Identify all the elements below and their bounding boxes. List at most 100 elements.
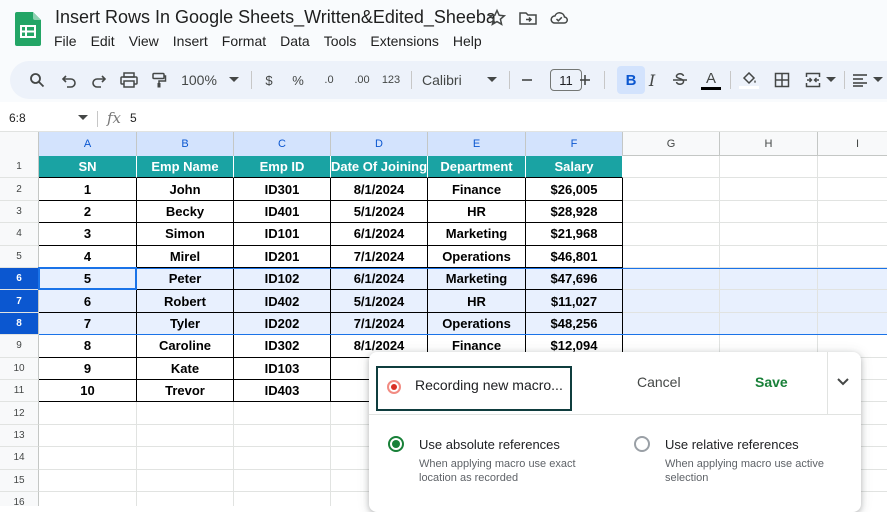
select-all-corner[interactable] <box>0 132 39 156</box>
table-header-cell[interactable]: Salary <box>526 156 623 179</box>
empty-cell[interactable] <box>39 424 137 448</box>
table-cell[interactable]: Operations <box>428 245 526 268</box>
row-header-16[interactable]: 16 <box>0 492 39 506</box>
table-cell[interactable]: Becky <box>137 200 234 224</box>
table-cell[interactable]: Mirel <box>137 245 234 268</box>
table-cell[interactable]: Trevor <box>137 380 234 403</box>
merge-dropdown-icon[interactable] <box>824 67 838 93</box>
redo-icon[interactable] <box>88 67 110 93</box>
column-header-b[interactable]: B <box>137 132 234 156</box>
table-cell[interactable]: Kate <box>137 357 234 380</box>
empty-cell[interactable] <box>39 402 137 425</box>
table-cell[interactable]: 3 <box>39 223 137 246</box>
table-cell[interactable]: 8 <box>39 335 137 358</box>
currency-format-button[interactable]: $ <box>260 67 278 93</box>
empty-cell[interactable] <box>720 268 818 291</box>
row-header-6[interactable]: 6 <box>0 268 39 291</box>
table-cell[interactable]: $48,256 <box>526 312 623 336</box>
align-dropdown-icon[interactable] <box>872 67 884 93</box>
empty-cell[interactable] <box>623 290 720 313</box>
row-header-10[interactable]: 10 <box>0 357 39 380</box>
table-cell[interactable]: 7 <box>39 312 137 336</box>
document-title[interactable]: Insert Rows In Google Sheets_Written&Edi… <box>55 7 496 28</box>
text-color-button[interactable]: A <box>700 67 722 93</box>
table-cell[interactable]: ID401 <box>234 200 331 224</box>
table-cell[interactable]: Tyler <box>137 312 234 336</box>
fill-color-button[interactable] <box>738 67 760 93</box>
empty-cell[interactable] <box>818 223 887 246</box>
italic-button[interactable]: I <box>642 67 662 93</box>
empty-cell[interactable] <box>234 402 331 425</box>
table-cell[interactable]: ID402 <box>234 290 331 313</box>
table-cell[interactable]: Peter <box>137 268 234 291</box>
row-header-12[interactable]: 12 <box>0 402 39 425</box>
zoom-select[interactable]: 100% <box>178 67 220 93</box>
empty-cell[interactable] <box>39 447 137 470</box>
empty-cell[interactable] <box>623 178 720 201</box>
table-cell[interactable]: 6/1/2024 <box>331 223 428 246</box>
table-cell[interactable]: 7/1/2024 <box>331 245 428 268</box>
empty-cell[interactable] <box>137 492 234 506</box>
empty-cell[interactable] <box>818 290 887 313</box>
table-cell[interactable]: 9 <box>39 357 137 380</box>
table-header-cell[interactable]: Emp ID <box>234 156 331 179</box>
number-format-button[interactable]: 123 <box>380 67 402 93</box>
paint-format-icon[interactable] <box>148 67 170 93</box>
empty-cell[interactable] <box>39 469 137 492</box>
empty-cell[interactable] <box>234 447 331 470</box>
strikethrough-icon[interactable] <box>670 67 690 93</box>
bold-button[interactable]: B <box>617 66 645 94</box>
empty-cell[interactable] <box>818 201 887 224</box>
row-header-4[interactable]: 4 <box>0 223 39 246</box>
empty-cell[interactable] <box>623 312 720 336</box>
empty-cell[interactable] <box>234 469 331 492</box>
table-cell[interactable]: $26,005 <box>526 178 623 201</box>
horizontal-align-icon[interactable] <box>850 67 870 93</box>
table-cell[interactable]: ID201 <box>234 245 331 268</box>
empty-cell[interactable] <box>818 268 887 291</box>
relative-references-radio[interactable] <box>634 436 650 452</box>
empty-cell[interactable] <box>623 200 720 224</box>
table-header-cell[interactable]: SN <box>39 156 137 179</box>
empty-cell[interactable] <box>234 492 331 506</box>
table-cell[interactable]: $47,696 <box>526 268 623 291</box>
table-cell[interactable]: $28,928 <box>526 200 623 224</box>
table-header-cell[interactable]: Date Of Joining <box>331 156 428 179</box>
empty-cell[interactable] <box>720 223 818 246</box>
move-to-folder-icon[interactable] <box>518 8 538 28</box>
table-cell[interactable]: $21,968 <box>526 223 623 246</box>
row-header-1[interactable]: 1 <box>0 156 39 179</box>
table-cell[interactable]: 10 <box>39 380 137 403</box>
empty-cell[interactable] <box>39 492 137 506</box>
row-header-5[interactable]: 5 <box>0 245 39 268</box>
decrease-font-size-icon[interactable] <box>518 67 536 93</box>
font-dropdown-icon[interactable] <box>484 67 500 93</box>
sheets-logo-icon[interactable] <box>15 12 41 46</box>
cloud-status-icon[interactable] <box>549 8 569 28</box>
table-cell[interactable]: $11,027 <box>526 290 623 313</box>
column-header-c[interactable]: C <box>234 132 331 156</box>
borders-icon[interactable] <box>771 67 793 93</box>
star-icon[interactable] <box>487 8 507 28</box>
table-cell[interactable]: ID103 <box>234 357 331 380</box>
column-header-h[interactable]: H <box>720 132 818 156</box>
table-cell[interactable]: 4 <box>39 245 137 268</box>
undo-icon[interactable] <box>58 67 80 93</box>
empty-cell[interactable] <box>720 156 818 179</box>
empty-cell[interactable] <box>720 290 818 313</box>
column-header-i[interactable]: I <box>818 132 887 156</box>
empty-cell[interactable] <box>623 156 720 179</box>
menu-extensions[interactable]: Extensions <box>363 32 445 50</box>
name-box[interactable]: 6:8 <box>9 111 26 125</box>
table-cell[interactable]: ID202 <box>234 312 331 336</box>
table-cell[interactable]: Finance <box>428 178 526 201</box>
table-cell[interactable]: $46,801 <box>526 245 623 268</box>
table-cell[interactable]: 5 <box>39 268 137 291</box>
empty-cell[interactable] <box>137 424 234 448</box>
table-cell[interactable]: John <box>137 178 234 201</box>
save-button[interactable]: Save <box>755 374 788 390</box>
empty-cell[interactable] <box>137 402 234 425</box>
menu-data[interactable]: Data <box>273 32 317 50</box>
empty-cell[interactable] <box>720 245 818 268</box>
empty-cell[interactable] <box>623 223 720 246</box>
